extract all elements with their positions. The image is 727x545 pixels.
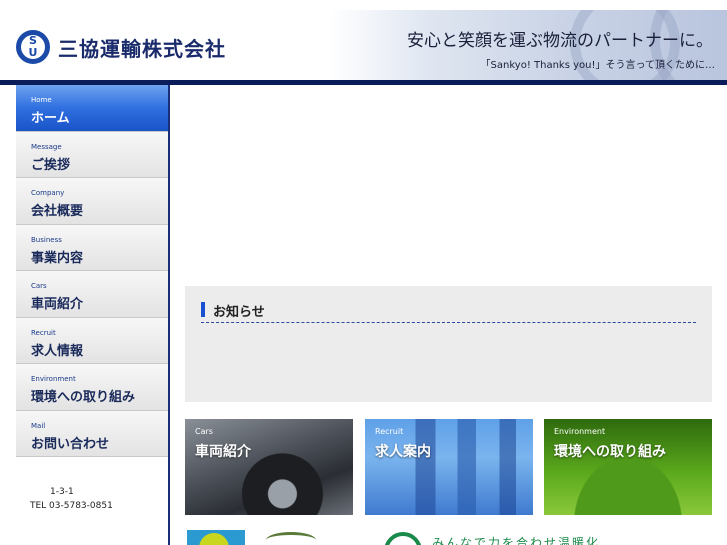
sidebar-item-company[interactable]: Company 会社概要 [16, 178, 168, 225]
phone-number: TEL 03-5783-0851 [30, 501, 113, 511]
logo-letter-u: U [28, 46, 38, 59]
banner-subtitle: 「Sankyo! Thanks you!」そう言って頂くために… [480, 60, 715, 71]
sidebar-item-business[interactable]: Business 事業内容 [16, 224, 168, 271]
nav-label-jp: 求人情報 [31, 343, 84, 359]
nav-label-en: Mail [31, 421, 46, 430]
tile-label-en: Recruit [375, 427, 404, 436]
nav-label-en: Home [31, 96, 52, 104]
sidebar-item-environment[interactable]: Environment 環境への取り組み [16, 364, 168, 411]
sidebar-item-home[interactable]: Home ホーム [16, 85, 168, 132]
banner-title: 安心と笑顔を運ぶ物流のパートナーに。 [407, 31, 713, 51]
eco-campaign-text[interactable]: みんなで力を合わせ温暖化 [432, 534, 600, 545]
news-title: お知らせ [213, 305, 265, 320]
tile-recruit[interactable]: Recruit 求人案内 [365, 419, 533, 515]
news-section: お知らせ [185, 286, 712, 402]
nav-label-jp: ご挨拶 [31, 157, 71, 173]
page-header: S U 三協運輸株式会社 安心と笑顔を運ぶ物流のパートナーに。 「Sankyo!… [0, 0, 727, 85]
news-divider [201, 322, 696, 323]
nav-label-en: Business [31, 235, 62, 244]
laurel-logo-icon[interactable] [266, 532, 316, 545]
tile-environment[interactable]: Environment 環境への取り組み [544, 419, 712, 515]
partner-banner-1[interactable] [187, 530, 245, 545]
nav-label-en: Environment [31, 375, 76, 383]
sidebar-nav: Home ホーム Message ご挨拶 Company 会社概要 Busine… [16, 85, 168, 545]
news-heading-marker [201, 302, 205, 317]
company-name[interactable]: 三協運輸株式会社 [58, 33, 226, 62]
tile-label-jp: 車両紹介 [195, 444, 251, 460]
nav-label-jp: 環境への取り組み [31, 390, 136, 405]
nav-label-jp: お問い合わせ [31, 436, 110, 452]
tile-label-jp: 求人案内 [375, 444, 431, 460]
address-line: 1-3-1 [50, 487, 74, 497]
circle-logo-icon [199, 533, 229, 545]
nav-label-en: Company [31, 189, 65, 197]
nav-label-en: Recruit [31, 328, 56, 337]
eco-logo-icon[interactable] [384, 532, 422, 545]
company-logo-icon[interactable]: S U [16, 30, 50, 64]
sidebar-item-mail[interactable]: Mail お問い合わせ [16, 410, 168, 457]
sidebar-item-cars[interactable]: Cars 車両紹介 [16, 271, 168, 318]
nav-label-en: Message [31, 142, 62, 151]
sidebar-divider [168, 85, 170, 545]
header-banner: 安心と笑顔を運ぶ物流のパートナーに。 「Sankyo! Thanks you!」… [330, 10, 727, 80]
nav-label-jp: 車両紹介 [31, 297, 84, 312]
nav-label-jp: 会社概要 [31, 204, 84, 219]
nav-label-en: Cars [31, 282, 47, 290]
tile-label-en: Environment [554, 427, 606, 436]
nav-label-jp: 事業内容 [31, 250, 84, 266]
logo-mark: S U [21, 35, 45, 59]
tile-label-en: Cars [195, 427, 213, 436]
tile-cars[interactable]: Cars 車両紹介 [185, 419, 353, 515]
sidebar-item-recruit[interactable]: Recruit 求人情報 [16, 317, 168, 364]
company-address: 1-3-1 TEL 03-5783-0851 [16, 487, 168, 511]
sidebar-item-message[interactable]: Message ご挨拶 [16, 131, 168, 178]
tile-label-jp: 環境への取り組み [554, 444, 666, 460]
nav-label-jp: ホーム [31, 111, 70, 126]
